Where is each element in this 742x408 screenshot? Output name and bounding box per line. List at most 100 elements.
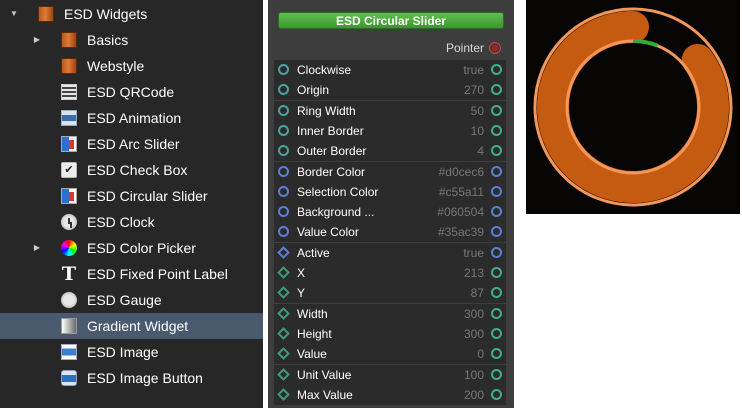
property-row[interactable]: Ring Width 50 xyxy=(274,101,506,121)
property-row[interactable]: Max Value 200 xyxy=(274,385,506,405)
output-port-icon[interactable] xyxy=(491,247,502,258)
property-row[interactable]: Unit Value 100 xyxy=(274,365,506,385)
input-port-icon[interactable] xyxy=(278,125,289,136)
property-row[interactable]: Value 0 xyxy=(274,344,506,364)
output-port-icon[interactable] xyxy=(491,267,502,278)
output-port-icon[interactable] xyxy=(491,166,502,177)
output-port-icon[interactable] xyxy=(491,308,502,319)
tree-item[interactable]: Webstyle xyxy=(0,53,263,79)
property-row[interactable]: Outer Border 4 xyxy=(274,141,506,161)
output-port-icon[interactable] xyxy=(491,186,502,197)
property-row[interactable]: Y 87 xyxy=(274,283,506,303)
property-row[interactable]: X 213 xyxy=(274,263,506,283)
input-port-icon[interactable] xyxy=(277,368,290,381)
input-port-icon[interactable] xyxy=(278,226,289,237)
output-port-icon[interactable] xyxy=(491,369,502,380)
property-row[interactable]: Active true xyxy=(274,243,506,263)
property-value[interactable]: 4 xyxy=(477,141,484,161)
output-port-icon[interactable] xyxy=(491,64,502,75)
property-row[interactable]: Value Color #35ac39 xyxy=(274,222,506,242)
property-row[interactable]: Background ... #060504 xyxy=(274,202,506,222)
collapse-arrow-icon[interactable]: ▶ xyxy=(31,27,43,53)
tree-item-label: ESD Clock xyxy=(87,214,155,230)
property-value[interactable]: 87 xyxy=(471,283,484,303)
input-port-icon[interactable] xyxy=(277,327,290,340)
tree-item-label: ESD Color Picker xyxy=(87,240,196,256)
input-port-icon[interactable] xyxy=(277,286,290,299)
output-port-icon[interactable] xyxy=(491,84,502,95)
property-value[interactable]: 300 xyxy=(464,304,484,324)
property-value[interactable]: true xyxy=(463,243,484,263)
property-value[interactable]: #c55a11 xyxy=(439,182,484,202)
color-picker-icon xyxy=(61,240,77,256)
property-row[interactable]: Inner Border 10 xyxy=(274,121,506,141)
property-value[interactable]: 200 xyxy=(464,385,484,405)
property-value[interactable]: 300 xyxy=(464,324,484,344)
input-port-icon[interactable] xyxy=(278,64,289,75)
property-row[interactable]: Border Color #d0cec6 xyxy=(274,162,506,182)
tree-item[interactable]: T ESD Fixed Point Label xyxy=(0,261,263,287)
property-value[interactable]: #35ac39 xyxy=(438,222,484,242)
tree-item-label: Gradient Widget xyxy=(87,318,189,334)
input-port-icon[interactable] xyxy=(278,206,289,217)
input-port-icon[interactable] xyxy=(278,145,289,156)
tree-item[interactable]: ESD Image Button xyxy=(0,365,263,391)
input-port-icon[interactable] xyxy=(277,266,290,279)
property-name: X xyxy=(297,266,306,280)
tree-item-label: ESD Gauge xyxy=(87,292,162,308)
property-name: Value Color xyxy=(297,225,359,239)
tree-item[interactable]: ▶ Basics xyxy=(0,27,263,53)
output-port-icon[interactable] xyxy=(491,226,502,237)
input-port-icon[interactable] xyxy=(277,347,290,360)
output-port-icon[interactable] xyxy=(491,125,502,136)
tree-item[interactable]: ESD Gauge xyxy=(0,287,263,313)
gradient-icon xyxy=(61,318,77,334)
property-value[interactable]: 270 xyxy=(464,80,484,100)
node-title[interactable]: ESD Circular Slider xyxy=(278,12,504,29)
input-port-icon[interactable] xyxy=(278,166,289,177)
expand-arrow-icon[interactable]: ▼ xyxy=(8,1,20,27)
tree-item[interactable]: ▶ ESD Color Picker xyxy=(0,235,263,261)
tree-item[interactable]: ESD Animation xyxy=(0,105,263,131)
input-port-icon[interactable] xyxy=(278,84,289,95)
property-row[interactable]: Width 300 xyxy=(274,304,506,324)
input-port-icon[interactable] xyxy=(278,186,289,197)
output-port-icon[interactable] xyxy=(491,206,502,217)
output-port-icon[interactable] xyxy=(491,287,502,298)
property-value[interactable]: true xyxy=(463,60,484,80)
output-port-icon[interactable] xyxy=(491,348,502,359)
property-value[interactable]: #060504 xyxy=(437,202,484,222)
input-port-icon[interactable] xyxy=(277,246,290,259)
property-name: Background ... xyxy=(297,205,375,219)
tree-item[interactable]: ESD QRCode xyxy=(0,79,263,105)
circular-slider-graphic[interactable] xyxy=(526,0,740,214)
pointer-port[interactable] xyxy=(489,42,501,54)
property-value[interactable]: 100 xyxy=(464,365,484,385)
output-port-icon[interactable] xyxy=(491,145,502,156)
property-value[interactable]: #d0cec6 xyxy=(439,162,484,182)
property-row[interactable]: Origin 270 xyxy=(274,80,506,100)
output-port-icon[interactable] xyxy=(491,389,502,400)
input-port-icon[interactable] xyxy=(277,388,290,401)
folder-icon xyxy=(38,6,54,22)
property-value[interactable]: 213 xyxy=(464,263,484,283)
input-port-icon[interactable] xyxy=(277,307,290,320)
tree-item[interactable]: ESD Arc Slider xyxy=(0,131,263,157)
tree-item[interactable]: ▼ ESD Widgets xyxy=(0,1,263,27)
property-row[interactable]: Clockwise true xyxy=(274,60,506,80)
property-row[interactable]: Selection Color #c55a11 xyxy=(274,182,506,202)
collapse-arrow-icon[interactable]: ▶ xyxy=(31,235,43,261)
property-row[interactable]: Height 300 xyxy=(274,324,506,344)
tree-item[interactable]: ESD Image xyxy=(0,339,263,365)
circular-slider-preview[interactable] xyxy=(526,0,740,214)
output-port-icon[interactable] xyxy=(491,105,502,116)
property-value[interactable]: 10 xyxy=(471,121,484,141)
output-port-icon[interactable] xyxy=(491,328,502,339)
property-value[interactable]: 0 xyxy=(477,344,484,364)
tree-item[interactable]: ✔ ESD Check Box xyxy=(0,157,263,183)
tree-item[interactable]: Gradient Widget xyxy=(0,313,263,339)
input-port-icon[interactable] xyxy=(278,105,289,116)
property-value[interactable]: 50 xyxy=(471,101,484,121)
tree-item[interactable]: ESD Clock xyxy=(0,209,263,235)
tree-item[interactable]: ESD Circular Slider xyxy=(0,183,263,209)
